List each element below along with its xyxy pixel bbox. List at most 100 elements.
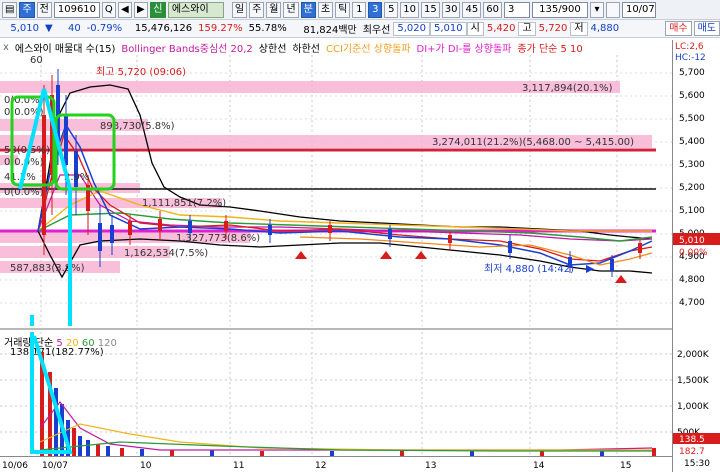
quote-bar: 5,010 ▼ 40 -0.79% 15,476,126 159.27% 55.… bbox=[0, 20, 720, 38]
volume-bars bbox=[40, 352, 656, 456]
count-down-icon[interactable]: ▾ bbox=[589, 1, 604, 18]
window-menu-icon[interactable]: ▤ bbox=[2, 1, 18, 18]
volume-ratio: 159.27% bbox=[198, 23, 243, 34]
current-price: 5,010 bbox=[10, 23, 39, 34]
legend-cci[interactable]: CCI기준선 상향돌파 bbox=[323, 40, 414, 55]
vol-tag-a-text: 138.5 bbox=[679, 435, 705, 445]
price-chart[interactable]: 최고 5,720 (09:06) 최저 4,880 (14:42) 3,117,… bbox=[0, 55, 672, 326]
time-axis[interactable]: 10/06 10/07 10 11 12 13 14 15 bbox=[0, 456, 672, 472]
interval-input[interactable]: 3 bbox=[503, 1, 530, 18]
credit-badge: 신 bbox=[149, 1, 166, 18]
pane-splitter[interactable] bbox=[0, 328, 672, 330]
high-value: 5,720 bbox=[538, 23, 568, 34]
legend-title[interactable]: 에스와이 매물대 수(15) bbox=[12, 40, 119, 55]
legend-bollinger[interactable]: Bollinger Bands중심선 20,2 bbox=[118, 40, 255, 55]
vol-tick-1000k: 1,000K bbox=[677, 402, 710, 412]
interval-15-button[interactable]: 15 bbox=[421, 1, 440, 18]
high-label: 고 bbox=[518, 21, 536, 36]
interval-3-button[interactable]: 3 bbox=[368, 1, 383, 18]
axis-top-a: LC:2,6 bbox=[675, 42, 704, 52]
price-axis[interactable]: LC:2,6 HC:-12 5,700 5,600 5,500 5,400 5,… bbox=[672, 40, 720, 472]
vp-label-2: 898,730(5.8%) bbox=[100, 121, 175, 132]
tab-prev[interactable]: 전 bbox=[36, 1, 52, 18]
open-label: 시 bbox=[466, 21, 484, 36]
change-rate: -0.79% bbox=[86, 23, 123, 34]
stock-code-input[interactable]: 109610 bbox=[53, 1, 100, 18]
vp-label-top: 60 bbox=[30, 55, 43, 66]
period-min-button[interactable]: 분 bbox=[300, 1, 316, 18]
prev-arrow-icon[interactable]: ◀ bbox=[117, 1, 132, 18]
interval-60-button[interactable]: 60 bbox=[483, 1, 502, 18]
vp-label-5: 1,327,773(8.6%) bbox=[176, 233, 260, 244]
legend-close-icon[interactable]: x bbox=[0, 42, 12, 53]
order-buttons: 매수 매도 bbox=[665, 21, 720, 36]
hour-label-10: 10 bbox=[140, 461, 152, 471]
legend-upper[interactable]: 상한선 bbox=[256, 40, 290, 55]
interval-30-button[interactable]: 30 bbox=[441, 1, 461, 18]
axis-top-b: HC:-12 bbox=[675, 53, 706, 63]
buy-button[interactable]: 매수 bbox=[665, 21, 692, 36]
stock-name: 에스와이 bbox=[167, 1, 224, 18]
period-sec-button[interactable]: 초 bbox=[317, 1, 334, 18]
price-tick-5200: 5,200 bbox=[679, 183, 705, 193]
date-label-1006: 10/06 bbox=[2, 461, 28, 471]
price-tick-5600: 5,600 bbox=[679, 91, 705, 101]
hour-label-11: 11 bbox=[233, 461, 244, 471]
hour-label-15: 15 bbox=[620, 461, 631, 471]
interval-5-button[interactable]: 5 bbox=[384, 1, 399, 18]
best-ask-label: 최우선 bbox=[362, 25, 391, 36]
period-year-button[interactable]: 년 bbox=[283, 1, 299, 18]
price-tick-4700: 4,700 bbox=[679, 298, 705, 308]
trade-amount: 81,824백만 bbox=[303, 25, 357, 36]
price-tick-5300: 5,300 bbox=[679, 160, 705, 170]
date-input[interactable]: 10/07 bbox=[621, 1, 656, 18]
sell-button[interactable]: 매도 bbox=[693, 21, 720, 36]
period-month-button[interactable]: 월 bbox=[266, 1, 282, 18]
turnover-rate: 55.78% bbox=[248, 23, 287, 34]
search-icon[interactable]: Q bbox=[101, 1, 116, 18]
period-week-button[interactable]: 주 bbox=[249, 1, 265, 18]
indicator-legend: x 에스와이 매물대 수(15) Bollinger Bands중심선 20,2… bbox=[0, 40, 672, 55]
candlesticks bbox=[42, 69, 642, 277]
vp-label-6: 1,162,534(7.5%) bbox=[124, 248, 208, 259]
hour-label-12: 12 bbox=[315, 461, 326, 471]
chart-window: ▤ 주 전 109610 Q ◀ ▶ 신 에스와이 일 주 월 년 분 초 틱 … bbox=[0, 0, 720, 472]
buy-signal-arrows bbox=[295, 251, 627, 283]
next-arrow-icon[interactable]: ▶ bbox=[133, 1, 148, 18]
legend-lower[interactable]: 하한선 bbox=[289, 40, 323, 55]
volume-value: 15,476,126 bbox=[134, 23, 193, 34]
open-value: 5,420 bbox=[486, 23, 516, 34]
period-tick-button[interactable]: 틱 bbox=[335, 1, 351, 18]
low-value: 4,880 bbox=[590, 23, 620, 34]
vp-label-1: 3,117,894(20.1%) bbox=[522, 83, 613, 94]
vol-tick-2000k: 2,000K bbox=[677, 350, 710, 360]
current-rate-tag: 0.00% bbox=[679, 248, 708, 258]
low-annotation: 최저 4,880 (14:42) bbox=[484, 263, 574, 275]
interval-1-button[interactable]: 1 bbox=[352, 1, 367, 18]
tab-stock[interactable]: 주 bbox=[19, 1, 35, 18]
interval-10-button[interactable]: 10 bbox=[400, 1, 420, 18]
legend-ma[interactable]: 종가 단순 5 10 bbox=[514, 40, 585, 55]
high-annotation: 최고 5,720 (09:06) bbox=[96, 66, 186, 78]
legend-dmi[interactable]: DI+가 DI-를 상향돌파 bbox=[414, 40, 515, 55]
option-checkbox[interactable] bbox=[605, 1, 620, 18]
price-tick-5500: 5,500 bbox=[679, 114, 705, 124]
low-marker-icon bbox=[586, 265, 594, 273]
close-time-label: 15:30 bbox=[684, 459, 710, 469]
vol-tick-1500k: 1,500K bbox=[677, 376, 710, 386]
best-ask-value: 5,020 bbox=[393, 21, 430, 36]
price-tick-5700: 5,700 bbox=[679, 68, 705, 78]
price-tick-5400: 5,400 bbox=[679, 137, 705, 147]
interval-45-button[interactable]: 45 bbox=[462, 1, 482, 18]
period-day-button[interactable]: 일 bbox=[231, 1, 248, 18]
vp-label-3: 3,274,011(21.2%)(5,468.00 ~ 5,415.00) bbox=[432, 137, 634, 148]
change-down-icon: ▼ bbox=[45, 23, 53, 34]
vol-tag-b: 182.7 bbox=[679, 447, 705, 457]
hour-label-13: 13 bbox=[425, 461, 436, 471]
hour-label-14: 14 bbox=[533, 461, 545, 471]
change-value: 40 bbox=[67, 23, 81, 34]
current-price-tag-text: 5,010 bbox=[679, 236, 705, 246]
volume-chart[interactable] bbox=[0, 332, 672, 456]
count-input[interactable]: 135/900 bbox=[531, 1, 588, 18]
vp-label-4: 1,111,851(7.2%) bbox=[142, 198, 226, 209]
